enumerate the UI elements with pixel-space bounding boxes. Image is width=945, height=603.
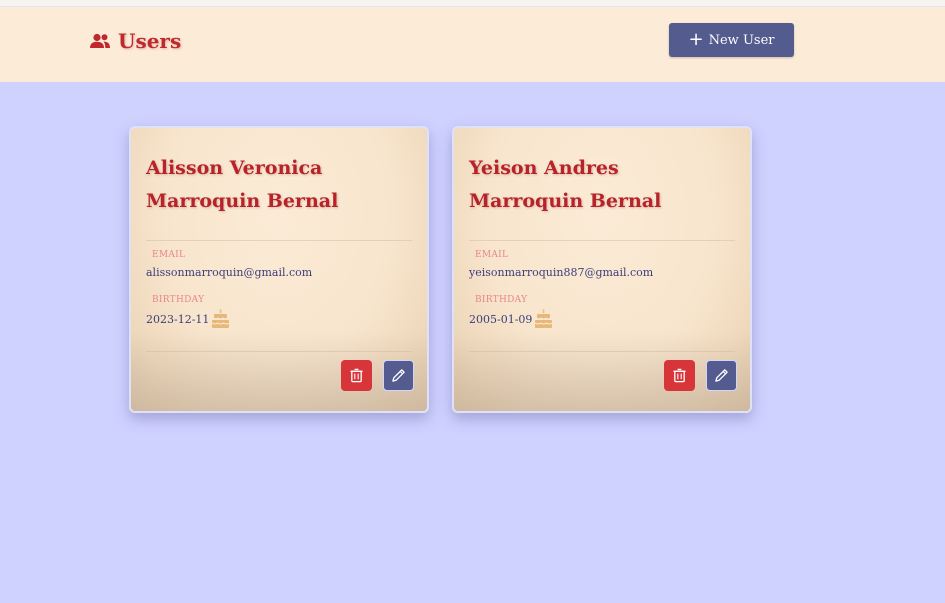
trash-icon [349, 368, 364, 383]
page-title-label: Users [118, 29, 182, 53]
user-card: Alisson Veronica Marroquin Bernal EMAIL … [129, 126, 429, 413]
birthday-row: 2005-01-09 [469, 309, 553, 329]
birthday-row: 2023-12-11 [146, 309, 230, 329]
app-header: Users + New User [0, 7, 945, 82]
card-divider [469, 351, 735, 352]
user-name: Yeison Andres Marroquin Bernal [469, 157, 662, 212]
pencil-icon [714, 368, 729, 383]
birthday-value: 2023-12-11 [146, 312, 210, 326]
delete-user-button[interactable] [341, 360, 372, 391]
users-icon [89, 33, 111, 49]
delete-user-button[interactable] [664, 360, 695, 391]
user-card: Yeison Andres Marroquin Bernal EMAIL yei… [452, 126, 752, 413]
card-divider [146, 351, 412, 352]
email-value: alissonmarroquin@gmail.com [146, 266, 313, 279]
birthday-value: 2005-01-09 [469, 312, 533, 326]
email-label: EMAIL [152, 250, 186, 260]
cake-icon [211, 309, 230, 329]
pencil-icon [391, 368, 406, 383]
card-divider [146, 240, 412, 241]
edit-user-button[interactable] [706, 360, 737, 391]
page-title: Users [89, 29, 181, 53]
cake-icon [534, 309, 553, 329]
trash-icon [672, 368, 687, 383]
email-label: EMAIL [475, 250, 509, 260]
birthday-label: BIRTHDAY [475, 295, 528, 305]
new-user-button[interactable]: + New User [669, 23, 794, 57]
card-divider [469, 240, 735, 241]
plus-icon: + [688, 29, 704, 50]
edit-user-button[interactable] [383, 360, 414, 391]
new-user-label: New User [708, 32, 775, 48]
browser-top-strip [0, 0, 945, 7]
birthday-label: BIRTHDAY [152, 295, 205, 305]
user-name: Alisson Veronica Marroquin Bernal [146, 157, 339, 212]
email-value: yeisonmarroquin887@gmail.com [469, 266, 654, 279]
